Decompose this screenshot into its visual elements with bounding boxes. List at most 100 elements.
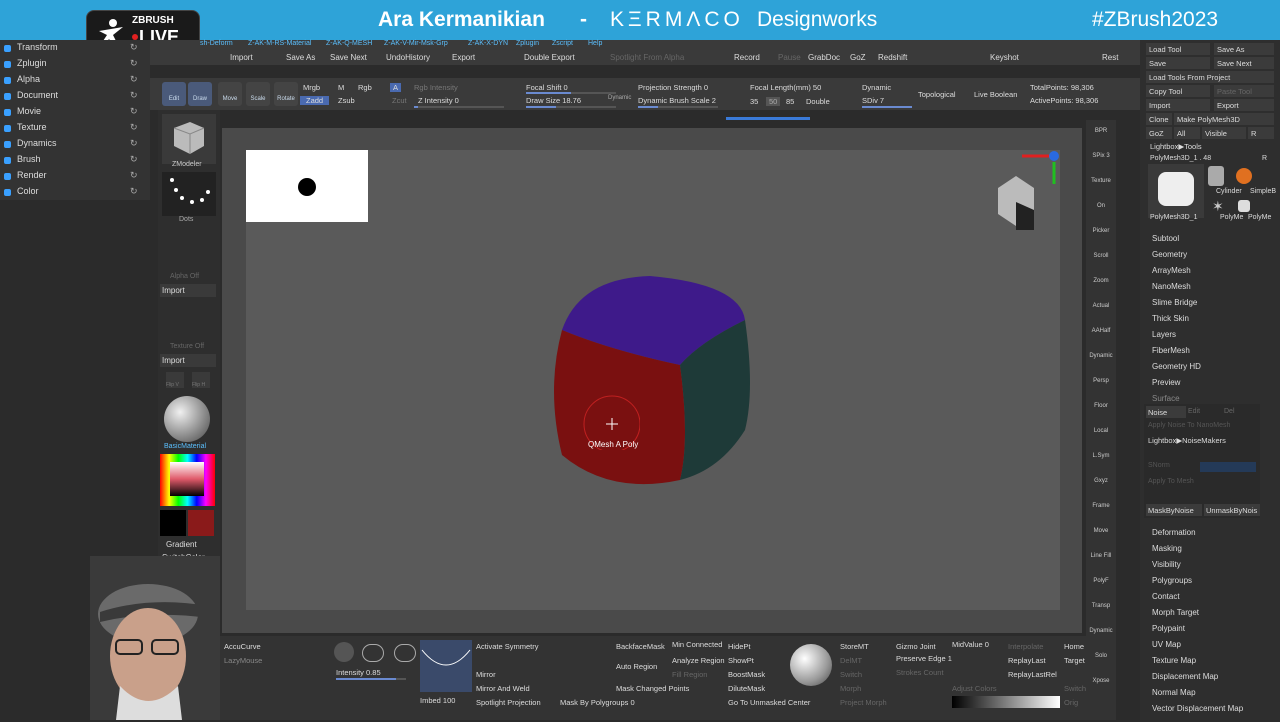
noise-del-button[interactable]: Del [1224,408,1235,415]
noise-button[interactable]: Noise [1146,406,1186,418]
reload-icon[interactable]: ↻ [130,42,138,53]
plugin-menu-item[interactable]: Zscript [552,40,573,47]
material-sphere-thumb[interactable] [164,396,210,442]
subpalette-slime-bridge[interactable]: Slime Bridge [1152,298,1197,307]
action-redshift[interactable]: Redshift [878,53,907,62]
strokes-count-slider[interactable]: Strokes Count [896,668,944,677]
gradient-button[interactable]: Gradient [166,540,197,549]
shelf-move[interactable]: Move [1088,528,1114,534]
scale-mode-button[interactable]: Scale [246,82,270,106]
move-mode-button[interactable]: Move [218,82,242,106]
shelf-floor[interactable]: Floor [1088,403,1114,409]
flip-h-button[interactable]: Flip H [192,372,210,388]
palette-dynamics[interactable]: Dynamics ↻ [0,137,150,151]
shelf-persp[interactable]: Persp [1088,378,1114,384]
shelf-dynamic[interactable]: Dynamic [1088,628,1114,634]
dynamic-size-toggle[interactable]: Dynamic [608,95,631,101]
action-double-export[interactable]: Double Export [524,53,575,62]
dots-stroke-thumb[interactable] [162,172,216,216]
subpalette-polygroups[interactable]: Polygroups [1152,576,1192,585]
import-texture-button[interactable]: Import [160,354,216,367]
plugin-menu-item[interactable]: Z-AK-X-DYN [468,40,508,47]
boost-mask-button[interactable]: BoostMask [728,670,765,679]
export-tool-button[interactable]: Export [1214,99,1274,111]
morph-sphere-icon[interactable] [790,644,832,686]
action-undohistory[interactable]: UndoHistory [386,53,430,62]
color-gradient-bar[interactable] [952,696,1060,708]
a-button[interactable]: A [390,83,402,92]
brush-alpha-icon[interactable] [334,642,354,662]
focal-length-slider[interactable]: Focal Length(mm) 50 [750,83,821,92]
target-button[interactable]: Target [1064,656,1085,665]
subpalette-visibility[interactable]: Visibility [1152,560,1181,569]
shelf-polyf[interactable]: PolyF [1088,578,1114,584]
palette-texture[interactable]: Texture ↻ [0,121,150,135]
goz-all-button[interactable]: All [1174,127,1200,139]
star-icon[interactable]: ✶ [1212,198,1224,215]
auto-region-button[interactable]: Auto Region [616,662,657,671]
reload-icon[interactable]: ↻ [130,106,138,117]
load-tools-from-project-button[interactable]: Load Tools From Project [1146,71,1274,83]
action-save-as[interactable]: Save As [286,53,315,62]
action-export[interactable]: Export [452,53,475,62]
apply-to-mesh-button[interactable]: Apply To Mesh [1148,478,1194,485]
gizmo-joint-button[interactable]: Gizmo Joint [896,642,936,651]
subpalette-surface[interactable]: Surface [1152,394,1180,403]
subpalette-layers[interactable]: Layers [1152,330,1176,339]
mirror-button[interactable]: Mirror [476,670,496,679]
zmodeler-brush-thumb[interactable] [162,114,216,164]
draw-mode-button[interactable]: Draw [188,82,212,106]
shelf-picker[interactable]: Picker [1088,228,1114,234]
action-pause[interactable]: Pause [778,53,801,62]
focal-35-button[interactable]: 35 [750,97,758,106]
sdiv-slider[interactable]: SDiv 7 [862,96,884,105]
simplebrush-icon[interactable] [1236,168,1252,184]
subpalette-uv-map[interactable]: UV Map [1152,640,1181,649]
rgb-intensity-slider[interactable]: Rgb Intensity [414,83,458,92]
noise-edit-button[interactable]: Edit [1188,408,1200,415]
shelf-l-sym[interactable]: L.Sym [1088,453,1114,459]
palette-document[interactable]: Document ↻ [0,89,150,103]
palette-transform[interactable]: Transform ↻ [0,41,150,55]
rotate-mode-button[interactable]: Rotate [274,82,298,106]
reload-icon[interactable]: ↻ [130,122,138,133]
morph-button[interactable]: Morph [840,684,861,693]
reload-icon[interactable]: ↻ [130,58,138,69]
home-button[interactable]: Home [1064,642,1084,651]
subpalette-masking[interactable]: Masking [1152,544,1182,553]
dilute-mask-button[interactable]: DiluteMask [728,684,765,693]
accucurve-button[interactable]: AccuCurve [224,642,261,651]
shelf-spix-3[interactable]: SPix 3 [1088,153,1114,159]
shelf-line-fill[interactable]: Line Fill [1088,553,1114,559]
palette-brush[interactable]: Brush ↻ [0,153,150,167]
reload-icon[interactable]: ↻ [130,170,138,181]
palette-alpha[interactable]: Alpha ↻ [0,73,150,87]
fill-region-button[interactable]: Fill Region [672,670,707,679]
unmask-by-noise-button[interactable]: UnmaskByNois [1204,504,1260,516]
plugin-menu-item[interactable]: Z-AK-Q-MESH [326,40,372,47]
subpalette-polypaint[interactable]: Polypaint [1152,624,1185,633]
cylinder-icon[interactable] [1208,166,1224,186]
show-pt-button[interactable]: ShowPt [728,656,754,665]
current-tool-slider[interactable]: PolyMesh3D_1 . 48 [1150,155,1211,162]
subpalette-normal-map[interactable]: Normal Map [1152,688,1196,697]
flip-v-button[interactable]: Flip V [166,372,184,388]
action-goz[interactable]: GoZ [850,53,866,62]
lightbox-noisemakers-button[interactable]: Lightbox▶NoiseMakers [1148,436,1226,445]
polymesh-cube[interactable] [540,270,760,495]
palette-zplugin[interactable]: Zplugin ↻ [0,57,150,71]
brush-curve-icon[interactable] [420,640,472,692]
mrgb-button[interactable]: Mrgb [303,83,320,92]
preserve-edge-slider[interactable]: Preserve Edge 1 [896,654,952,663]
mirror-and-weld-button[interactable]: Mirror And Weld [476,684,530,693]
paste-tool-button[interactable]: Paste Tool [1214,85,1274,97]
action-record[interactable]: Record [734,53,760,62]
shelf-gxyz[interactable]: Gxyz [1088,478,1114,484]
double-button[interactable]: Double [806,97,830,106]
shelf-actual[interactable]: Actual [1088,303,1114,309]
action-keyshot[interactable]: Keyshot [990,53,1019,62]
adjust-colors-button[interactable]: Adjust Colors [952,684,997,693]
palette-movie[interactable]: Movie ↻ [0,105,150,119]
action-save-next[interactable]: Save Next [330,53,367,62]
save-button[interactable]: Save [1146,57,1210,69]
